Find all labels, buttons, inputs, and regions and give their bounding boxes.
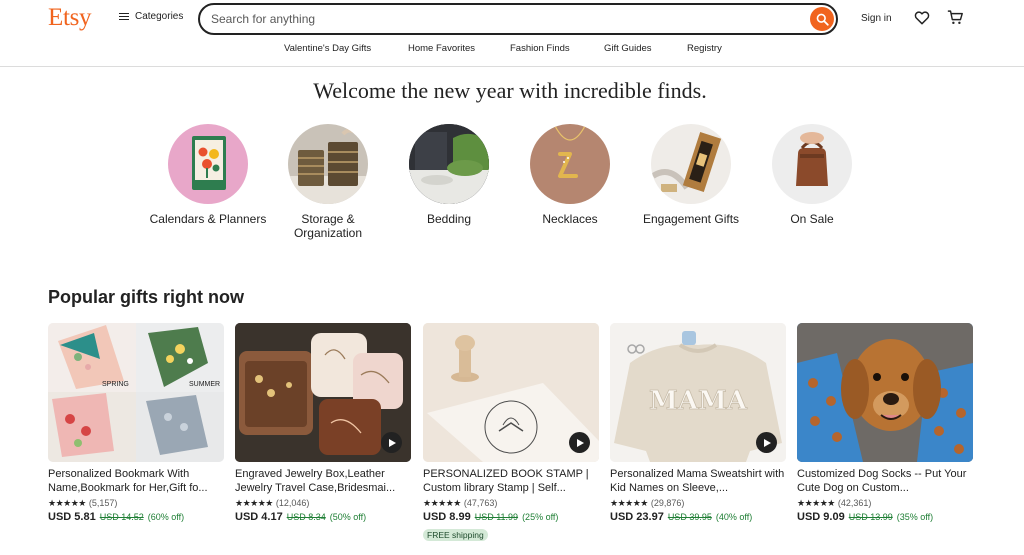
discount-label: (35% off) <box>896 512 934 522</box>
category-necklaces[interactable]: Necklaces <box>510 124 630 226</box>
review-count: (12,046) <box>275 498 310 508</box>
category-label: On Sale <box>790 212 834 226</box>
original-price: USD 39.95 <box>667 512 712 522</box>
original-price: USD 8.34 <box>286 512 326 522</box>
product-image <box>797 323 973 462</box>
price-row: USD 23.97 USD 39.95 (40% off) <box>610 511 786 525</box>
sale-price: USD 5.81 <box>48 511 96 523</box>
search-icon <box>816 13 829 26</box>
original-price: USD 13.99 <box>848 512 893 522</box>
menu-icon <box>119 12 129 21</box>
category-bedding[interactable]: Bedding <box>389 124 509 226</box>
search-input[interactable] <box>211 10 791 28</box>
sale-price: USD 4.17 <box>235 511 283 523</box>
hero-title: Welcome the new year with incredible fin… <box>313 78 707 103</box>
category-label: Bedding <box>426 212 472 226</box>
star-rating-icon: ★★★★★ <box>423 497 461 508</box>
product-title: Personalized Mama Sweatshirt with Kid Na… <box>610 468 785 494</box>
sale-price: USD 8.99 <box>423 511 471 523</box>
review-count: (42,361) <box>837 498 872 508</box>
search-bar <box>198 3 838 35</box>
category-engagement-gifts[interactable]: Engagement Gifts <box>631 124 751 226</box>
discount-label: (40% off) <box>715 512 753 522</box>
review-count: (29,876) <box>650 498 685 508</box>
product-card[interactable]: SPRING SUMMER Personalized Bookmark With… <box>48 323 224 525</box>
sale-price: USD 23.97 <box>610 511 664 523</box>
sweatshirt-print: MAMA <box>649 386 748 416</box>
calendar-image <box>168 124 248 204</box>
category-calendars-planners[interactable]: Calendars & Planners <box>148 124 268 226</box>
category-label: Calendars & Planners <box>149 212 267 226</box>
category-storage-organization[interactable]: Storage & Organization <box>268 124 388 240</box>
product-rating: ★★★★★ (5,157) <box>48 497 224 509</box>
product-rating: ★★★★★ (47,763) <box>423 497 599 509</box>
free-shipping-badge: FREE shipping <box>423 529 488 541</box>
video-play-icon[interactable] <box>569 432 590 453</box>
baskets-image <box>288 124 368 204</box>
popular-gifts-title: Popular gifts right now <box>48 287 244 307</box>
season-label-summer: SUMMER <box>189 381 220 388</box>
category-label: Engagement Gifts <box>642 212 740 226</box>
etsy-logo[interactable]: Etsy <box>48 4 92 32</box>
sign-in-link[interactable]: Sign in <box>861 13 892 24</box>
wine-box-image <box>651 124 731 204</box>
star-rating-icon: ★★★★★ <box>235 497 273 508</box>
category-label: Storage & Organization <box>293 212 363 240</box>
price-row: USD 9.09 USD 13.99 (35% off) <box>797 511 973 525</box>
secondary-nav: Valentine's Day Gifts Home Favorites Fas… <box>0 43 1024 57</box>
product-image <box>423 323 599 462</box>
star-rating-icon: ★★★★★ <box>48 497 86 508</box>
product-rating: ★★★★★ (12,046) <box>235 497 411 509</box>
product-image: SPRING SUMMER <box>48 323 224 462</box>
product-card[interactable]: Customized Dog Socks -- Put Your Cute Do… <box>797 323 973 525</box>
cart-icon[interactable] <box>947 9 964 26</box>
nav-home-favorites[interactable]: Home Favorites <box>408 43 475 54</box>
price-row: USD 8.99 USD 11.99 (25% off) <box>423 511 599 525</box>
product-title: Customized Dog Socks -- Put Your Cute Do… <box>797 468 967 494</box>
discount-label: (25% off) <box>522 512 559 522</box>
original-price: USD 14.52 <box>99 512 144 522</box>
nav-valentines-day-gifts[interactable]: Valentine's Day Gifts <box>284 43 371 54</box>
nav-registry[interactable]: Registry <box>687 43 722 54</box>
bedding-image <box>409 124 489 204</box>
categories-label: Categories <box>135 11 184 22</box>
leather-bag-image <box>772 124 852 204</box>
necklace-image <box>530 124 610 204</box>
product-rating: ★★★★★ (42,361) <box>797 497 973 509</box>
discount-label: (50% off) <box>329 512 367 522</box>
original-price: USD 11.99 <box>474 512 519 522</box>
category-label: Necklaces <box>542 212 598 226</box>
product-rating: ★★★★★ (29,876) <box>610 497 786 509</box>
star-rating-icon: ★★★★★ <box>797 497 835 508</box>
product-title: PERSONALIZED BOOK STAMP | Custom library… <box>423 468 589 494</box>
season-label-spring: SPRING <box>102 381 129 388</box>
discount-label: (60% off) <box>147 512 185 522</box>
video-play-icon[interactable] <box>381 432 402 453</box>
product-card[interactable]: MAMA Personalized Mama Sweatshirt with K… <box>610 323 786 525</box>
header: Etsy Categories Sign in <box>0 0 1024 38</box>
nav-gift-guides[interactable]: Gift Guides <box>604 43 652 54</box>
search-button[interactable] <box>810 7 834 31</box>
star-rating-icon: ★★★★★ <box>610 497 648 508</box>
category-on-sale[interactable]: On Sale <box>752 124 872 226</box>
review-count: (47,763) <box>463 498 498 508</box>
product-card[interactable]: PERSONALIZED BOOK STAMP | Custom library… <box>423 323 599 543</box>
review-count: (5,157) <box>88 498 118 508</box>
product-image <box>235 323 411 462</box>
price-row: USD 5.81 USD 14.52 (60% off) <box>48 511 224 525</box>
product-title: Engraved Jewelry Box,Leather Jewelry Tra… <box>235 468 396 494</box>
video-play-icon[interactable] <box>756 432 777 453</box>
product-image: MAMA <box>610 323 786 462</box>
categories-button[interactable]: Categories <box>119 11 183 22</box>
product-title: Personalized Bookmark With Name,Bookmark… <box>48 468 208 494</box>
price-row: USD 4.17 USD 8.34 (50% off) <box>235 511 411 525</box>
sale-price: USD 9.09 <box>797 511 845 523</box>
product-card[interactable]: Engraved Jewelry Box,Leather Jewelry Tra… <box>235 323 411 525</box>
favorites-heart-icon[interactable] <box>914 10 930 26</box>
nav-fashion-finds[interactable]: Fashion Finds <box>510 43 570 54</box>
header-divider <box>0 66 1024 67</box>
